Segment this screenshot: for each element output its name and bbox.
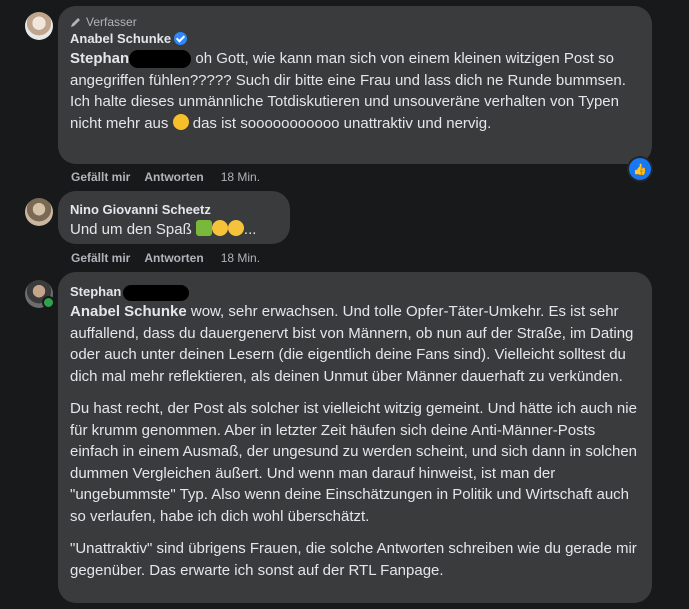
comment-paragraph-2: Du hast recht, der Post als solcher ist … (70, 400, 638, 525)
emoji-3-icon (227, 220, 244, 236)
comment-paragraph-3: "Unattraktiv" sind übrigens Frauen, die … (70, 540, 637, 579)
reply-link[interactable]: Antworten (144, 251, 203, 265)
comment-text: Stephan oh Gott, wie kann man sich von e… (70, 48, 640, 134)
grinning-sweat-emoji-icon (172, 113, 189, 130)
comment-author-name[interactable]: Anabel Schunke (70, 31, 171, 46)
like-reaction-icon[interactable]: 👍 (627, 156, 653, 182)
comment-author[interactable]: Stephan (70, 283, 640, 301)
online-status-icon (42, 296, 55, 309)
comment-bubble-anabel: Verfasser Anabel Schunke Stephan oh Gott… (58, 6, 652, 164)
comment-text: Und um den Spaß ... (70, 219, 278, 241)
comment-actions: Gefällt mir Antworten 18 Min. (71, 251, 260, 265)
comment-author[interactable]: Nino Giovanni Scheetz (70, 201, 278, 219)
comment-author[interactable]: Anabel Schunke (70, 30, 640, 48)
avatar-nino[interactable] (25, 198, 53, 226)
ellipsis: ... (243, 221, 257, 238)
like-link[interactable]: Gefällt mir (71, 251, 130, 265)
like-link[interactable]: Gefällt mir (71, 170, 130, 184)
comment-body-end: das ist sooooooooooo unattraktiv und ner… (192, 114, 492, 132)
timestamp[interactable]: 18 Min. (221, 170, 260, 184)
avatar-anabel[interactable] (25, 12, 53, 40)
mention-anabel[interactable]: Anabel Schunke (70, 303, 187, 320)
comment-author-name[interactable]: Stephan (70, 284, 121, 299)
pencil-icon (71, 18, 80, 27)
comment-bubble-stephan: Stephan Anabel Schunke wow, sehr erwachs… (58, 272, 652, 603)
comment-text: Anabel Schunke wow, sehr erwachsen. Und … (70, 301, 640, 581)
author-badge-label: Verfasser (86, 15, 137, 29)
author-badge: Verfasser (70, 14, 640, 30)
mention-stephan[interactable]: Stephan (70, 50, 129, 67)
comment-body: Und um den Spaß (70, 221, 192, 238)
reply-link[interactable]: Antworten (144, 170, 203, 184)
redaction-bar (123, 284, 190, 301)
emoji-2-icon (211, 220, 228, 236)
emoji-1-icon (195, 220, 212, 236)
comment-bubble-nino: Nino Giovanni Scheetz Und um den Spaß ..… (58, 191, 290, 244)
comment-actions: Gefällt mir Antworten 18 Min. (71, 170, 260, 184)
timestamp[interactable]: 18 Min. (221, 251, 260, 265)
verified-badge-icon (174, 32, 188, 45)
redaction-bar (129, 50, 192, 69)
